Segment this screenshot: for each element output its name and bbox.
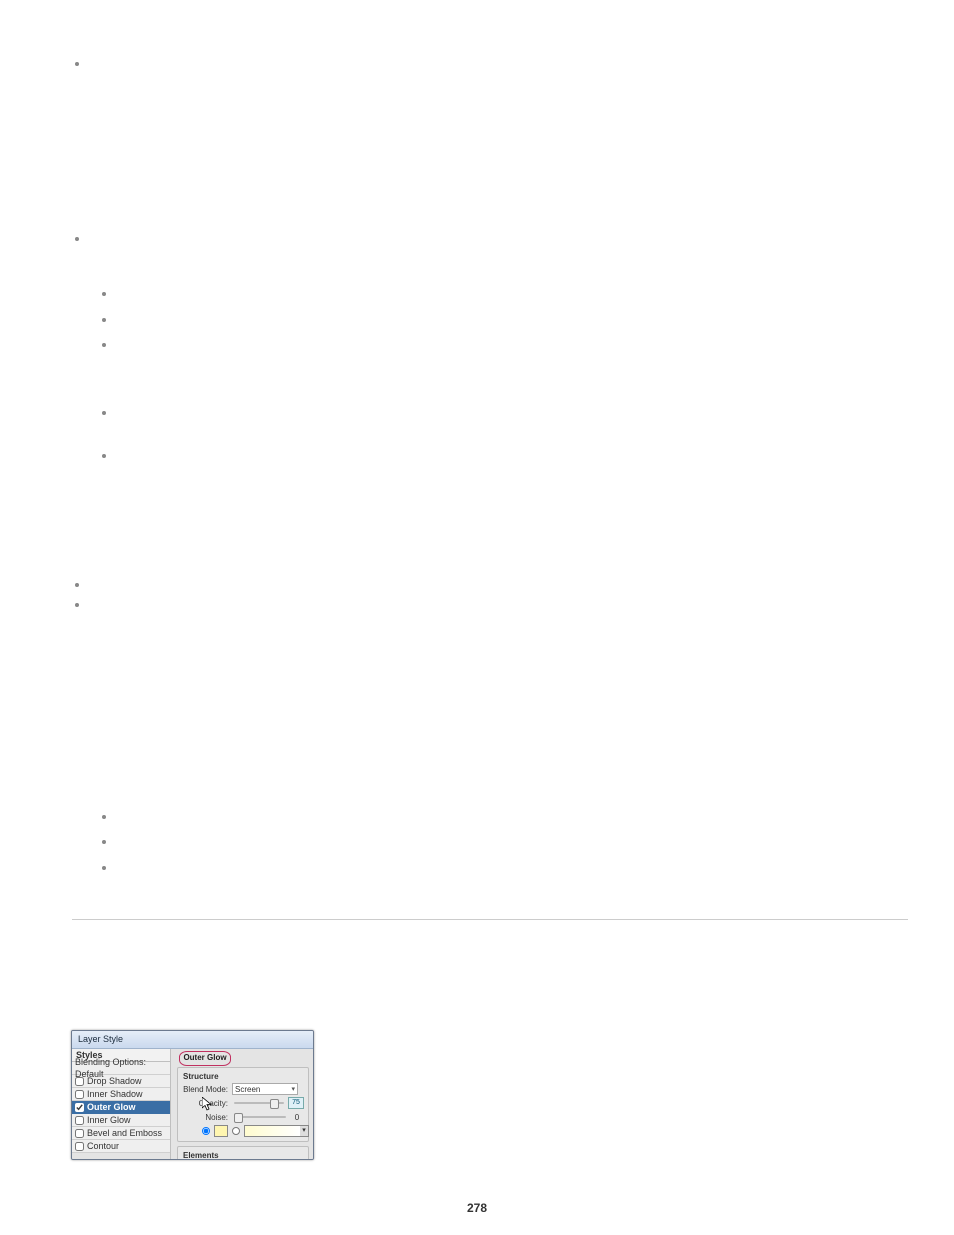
style-bevel-emboss[interactable]: Bevel and Emboss (72, 1127, 170, 1140)
outer-glow-checkbox[interactable] (75, 1103, 84, 1112)
style-label: Contour (87, 1140, 119, 1152)
opacity-value[interactable]: 75 (288, 1097, 304, 1109)
bevel-emboss-checkbox[interactable] (75, 1129, 84, 1138)
bullet (102, 840, 106, 844)
bullet (102, 454, 106, 458)
contour-checkbox[interactable] (75, 1142, 84, 1151)
inner-shadow-checkbox[interactable] (75, 1090, 84, 1099)
drop-shadow-checkbox[interactable] (75, 1077, 84, 1086)
style-label: Outer Glow (87, 1101, 136, 1113)
bullet (75, 583, 79, 587)
bullet (75, 237, 79, 241)
chevron-down-icon: ▾ (291, 1085, 295, 1093)
blend-mode-label: Blend Mode: (182, 1085, 228, 1094)
style-label: Inner Glow (87, 1114, 131, 1126)
layer-style-dialog: Layer Style Styles Blending Options: Def… (71, 1030, 314, 1160)
styles-column: Styles Blending Options: Default Drop Sh… (72, 1049, 171, 1160)
style-blending-options[interactable]: Blending Options: Default (72, 1062, 170, 1075)
opacity-thumb[interactable] (270, 1099, 279, 1109)
dialog-title: Layer Style (72, 1031, 313, 1049)
style-label: Drop Shadow (87, 1075, 142, 1087)
blend-mode-value: Screen (235, 1085, 260, 1094)
bullet (75, 62, 79, 66)
bullet (102, 292, 106, 296)
opacity-label: Opacity: (182, 1099, 228, 1108)
style-label: Inner Shadow (87, 1088, 143, 1100)
style-inner-glow[interactable]: Inner Glow (72, 1114, 170, 1127)
bullet (102, 318, 106, 322)
inner-glow-checkbox[interactable] (75, 1116, 84, 1125)
style-inner-shadow[interactable]: Inner Shadow (72, 1088, 170, 1101)
divider (72, 919, 908, 920)
structure-legend: Structure (181, 1072, 221, 1081)
elements-group: Elements Technique: Softer ▾ (177, 1146, 309, 1160)
style-settings-panel: Outer Glow Structure Blend Mode: Screen … (171, 1049, 313, 1160)
noise-thumb[interactable] (234, 1113, 243, 1123)
noise-label: Noise: (182, 1113, 228, 1122)
elements-legend: Elements (181, 1151, 221, 1160)
chevron-down-icon[interactable]: ▾ (300, 1125, 309, 1137)
gradient-radio[interactable] (232, 1127, 240, 1135)
style-label: Bevel and Emboss (87, 1127, 162, 1139)
panel-heading: Outer Glow (179, 1051, 231, 1066)
opacity-slider[interactable] (234, 1102, 284, 1104)
blend-mode-select[interactable]: Screen ▾ (232, 1083, 298, 1095)
noise-slider[interactable] (234, 1116, 286, 1118)
style-contour[interactable]: Contour (72, 1140, 170, 1153)
color-radio[interactable] (202, 1127, 210, 1135)
noise-value: 0 (290, 1113, 304, 1122)
page-number: 278 (0, 1201, 954, 1215)
bullet (102, 411, 106, 415)
bullet (102, 815, 106, 819)
bullet (102, 343, 106, 347)
structure-group: Structure Blend Mode: Screen ▾ Opacity: … (177, 1067, 309, 1142)
style-outer-glow[interactable]: Outer Glow (72, 1101, 170, 1114)
bullet (75, 603, 79, 607)
gradient-swatch[interactable]: ▾ (244, 1125, 301, 1137)
color-swatch[interactable] (214, 1125, 228, 1137)
bullet (102, 866, 106, 870)
